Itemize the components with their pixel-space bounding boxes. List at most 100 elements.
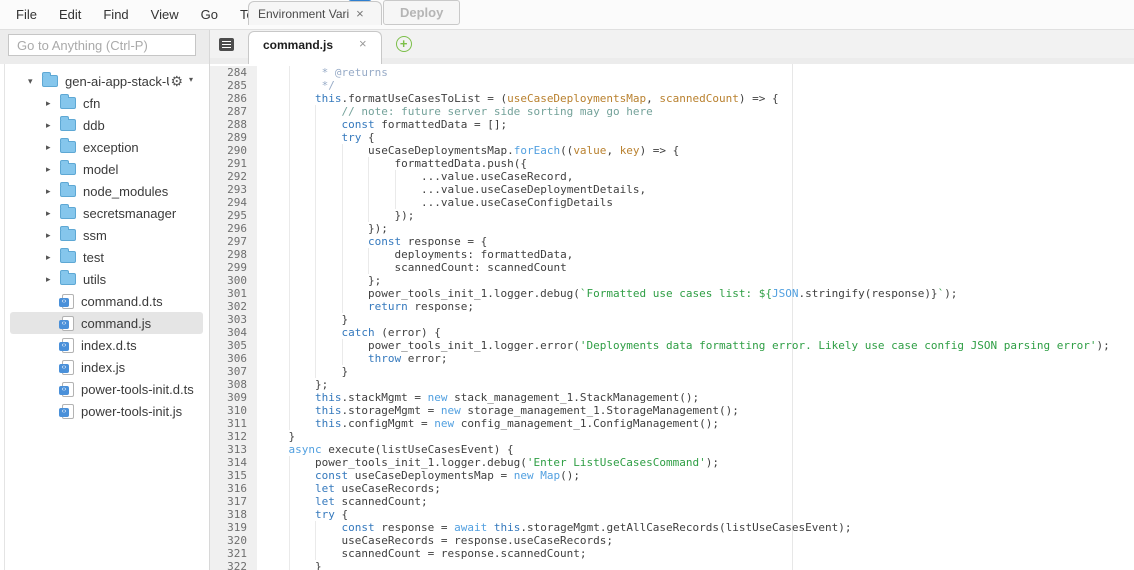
menu-item-edit[interactable]: Edit bbox=[48, 0, 92, 29]
tree-item-ssm[interactable]: ▸ ssm bbox=[10, 224, 203, 246]
indent-guide bbox=[395, 183, 422, 196]
add-tab-button[interactable]: + bbox=[396, 36, 412, 52]
line-number[interactable]: 314 bbox=[210, 456, 257, 469]
line-number[interactable]: 315 bbox=[210, 469, 257, 482]
code-line: } bbox=[262, 365, 1134, 378]
indent-guide bbox=[262, 66, 289, 79]
tree-item-utils[interactable]: ▸utils bbox=[10, 268, 203, 290]
indent-guide bbox=[315, 261, 342, 274]
tree-item-power-tools-init-js[interactable]: power-tools-init.js bbox=[10, 400, 203, 422]
tree-item-model[interactable]: ▸model bbox=[10, 158, 203, 180]
line-number[interactable]: 320 bbox=[210, 534, 257, 547]
line-number[interactable]: 285 bbox=[210, 79, 257, 92]
indent-guide bbox=[342, 248, 369, 261]
line-number[interactable]: 290 bbox=[210, 144, 257, 157]
chevron-right-icon[interactable]: ▸ bbox=[46, 186, 60, 197]
line-number[interactable]: 312 bbox=[210, 430, 257, 443]
line-number[interactable]: 284 bbox=[210, 66, 257, 79]
deploy-button[interactable]: Deploy bbox=[383, 0, 460, 25]
tree-item-test[interactable]: ▸test bbox=[10, 246, 203, 268]
line-number[interactable]: 303 bbox=[210, 313, 257, 326]
tab-environment-vari[interactable]: Environment Vari× bbox=[248, 1, 382, 25]
code-editor[interactable]: 2842852862872882892902912922932942952962… bbox=[210, 64, 1134, 570]
indent-guide bbox=[368, 261, 395, 274]
line-number[interactable]: 292 bbox=[210, 170, 257, 183]
tab-close-icon[interactable]: × bbox=[359, 38, 367, 50]
line-number[interactable]: 316 bbox=[210, 482, 257, 495]
file-tree-panel[interactable]: ▾gen-ai-app-stack-Us⚙▾▸cfn▸ddb▸exception… bbox=[0, 64, 210, 570]
indent-guide bbox=[289, 508, 316, 521]
chevron-down-icon[interactable]: ▾ bbox=[28, 76, 42, 87]
line-number[interactable]: 319 bbox=[210, 521, 257, 534]
line-number[interactable]: 317 bbox=[210, 495, 257, 508]
tree-item-ddb[interactable]: ▸ddb bbox=[10, 114, 203, 136]
indent-guide bbox=[368, 248, 395, 261]
code-content[interactable]: * @returns */this.formatUseCasesToList =… bbox=[262, 66, 1134, 570]
code-line: }; bbox=[262, 378, 1134, 391]
line-number[interactable]: 287 bbox=[210, 105, 257, 118]
code-line: this.storageMgmt = new storage_managemen… bbox=[262, 404, 1134, 417]
menu-item-file[interactable]: File bbox=[5, 0, 48, 29]
line-number[interactable]: 304 bbox=[210, 326, 257, 339]
line-number[interactable]: 288 bbox=[210, 118, 257, 131]
menu-item-go[interactable]: Go bbox=[190, 0, 229, 29]
tree-item-cfn[interactable]: ▸cfn bbox=[10, 92, 203, 114]
tree-item-command-d-ts[interactable]: command.d.ts bbox=[10, 290, 203, 312]
line-number[interactable]: 318 bbox=[210, 508, 257, 521]
indent-guide bbox=[262, 79, 289, 92]
line-number-gutter[interactable]: 2842852862872882892902912922932942952962… bbox=[210, 66, 257, 570]
tree-item-label: ssm bbox=[83, 228, 107, 243]
tree-item-label: power-tools-init.d.ts bbox=[81, 382, 194, 397]
tab-list-icon[interactable] bbox=[219, 38, 234, 51]
line-number[interactable]: 302 bbox=[210, 300, 257, 313]
tree-item-exception[interactable]: ▸exception bbox=[10, 136, 203, 158]
line-number[interactable]: 291 bbox=[210, 157, 257, 170]
indent-guide bbox=[262, 248, 289, 261]
line-number[interactable]: 286 bbox=[210, 92, 257, 105]
line-number[interactable]: 293 bbox=[210, 183, 257, 196]
chevron-right-icon[interactable]: ▸ bbox=[46, 208, 60, 219]
line-number[interactable]: 300 bbox=[210, 274, 257, 287]
chevron-right-icon[interactable]: ▸ bbox=[46, 164, 60, 175]
line-number[interactable]: 305 bbox=[210, 339, 257, 352]
line-number[interactable]: 306 bbox=[210, 352, 257, 365]
line-number[interactable]: 297 bbox=[210, 235, 257, 248]
line-number[interactable]: 299 bbox=[210, 261, 257, 274]
line-number[interactable]: 294 bbox=[210, 196, 257, 209]
indent-guide bbox=[262, 222, 289, 235]
tab-command.js[interactable]: command.js× bbox=[248, 31, 382, 64]
tree-item-index-js[interactable]: index.js bbox=[10, 356, 203, 378]
line-number[interactable]: 301 bbox=[210, 287, 257, 300]
chevron-right-icon[interactable]: ▸ bbox=[46, 230, 60, 241]
indent-guide bbox=[289, 222, 316, 235]
line-number[interactable]: 295 bbox=[210, 209, 257, 222]
tree-root-folder[interactable]: ▾gen-ai-app-stack-Us⚙▾ bbox=[10, 70, 203, 92]
line-number[interactable]: 309 bbox=[210, 391, 257, 404]
line-number[interactable]: 322 bbox=[210, 560, 257, 570]
menu-item-find[interactable]: Find bbox=[92, 0, 139, 29]
gear-icon[interactable]: ⚙ bbox=[170, 73, 183, 90]
goto-anything-input[interactable] bbox=[8, 34, 196, 56]
gear-caret-icon[interactable]: ▾ bbox=[189, 75, 193, 84]
tree-item-power-tools-init-d-ts[interactable]: power-tools-init.d.ts bbox=[10, 378, 203, 400]
line-number[interactable]: 313 bbox=[210, 443, 257, 456]
tree-item-secretsmanager[interactable]: ▸secretsmanager bbox=[10, 202, 203, 224]
chevron-right-icon[interactable]: ▸ bbox=[46, 142, 60, 153]
line-number[interactable]: 296 bbox=[210, 222, 257, 235]
chevron-right-icon[interactable]: ▸ bbox=[46, 252, 60, 263]
line-number[interactable]: 321 bbox=[210, 547, 257, 560]
chevron-right-icon[interactable]: ▸ bbox=[46, 98, 60, 109]
chevron-right-icon[interactable]: ▸ bbox=[46, 120, 60, 131]
tab-close-icon[interactable]: × bbox=[356, 8, 364, 20]
chevron-right-icon[interactable]: ▸ bbox=[46, 274, 60, 285]
line-number[interactable]: 311 bbox=[210, 417, 257, 430]
line-number[interactable]: 307 bbox=[210, 365, 257, 378]
menu-item-view[interactable]: View bbox=[140, 0, 190, 29]
line-number[interactable]: 289 bbox=[210, 131, 257, 144]
tree-item-index-d-ts[interactable]: index.d.ts bbox=[10, 334, 203, 356]
line-number[interactable]: 308 bbox=[210, 378, 257, 391]
line-number[interactable]: 298 bbox=[210, 248, 257, 261]
line-number[interactable]: 310 bbox=[210, 404, 257, 417]
tree-item-node-modules[interactable]: ▸node_modules bbox=[10, 180, 203, 202]
tree-item-command-js[interactable]: command.js bbox=[10, 312, 203, 334]
